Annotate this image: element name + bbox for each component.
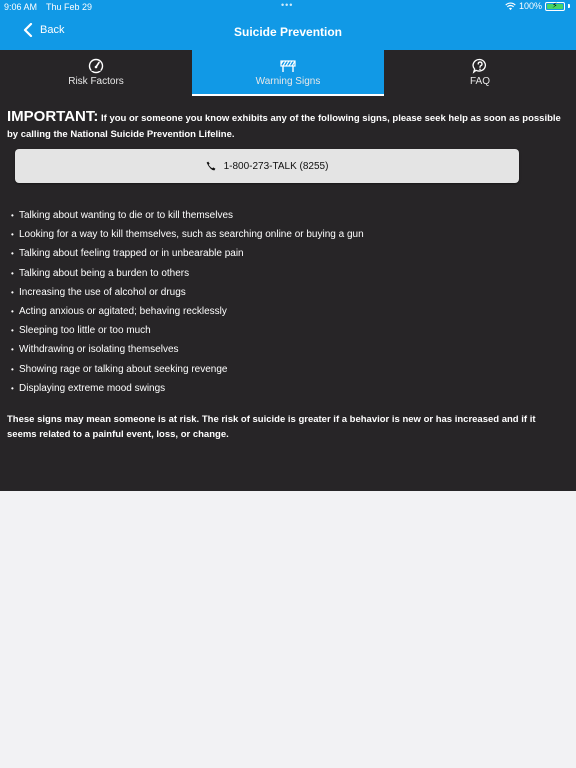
list-item: • Withdrawing or isolating themselves xyxy=(11,344,179,356)
list-item: • Talking about wanting to die or to kill… xyxy=(11,210,234,221)
status-bar: 9:06 AM Thu Feb 29 ••• 100% ⚡ xyxy=(0,0,576,14)
call-button-label: 1-800-273-TALK (8255) xyxy=(223,160,329,172)
tab-faq[interactable]: FAQ xyxy=(384,50,576,96)
navigation-bar: Back Suicide Prevention xyxy=(0,14,576,50)
content-panel: Risk Factors Warning Signs FAQ IMPORTANT… xyxy=(0,50,576,491)
list-item: • Looking for a way to kill themselves, s… xyxy=(11,229,364,241)
battery-percent: 100% xyxy=(518,1,542,11)
call-lifeline-button[interactable]: 1-800-273-TALK (8255) xyxy=(15,149,519,183)
wifi-icon xyxy=(505,2,516,10)
tab-label: Warning Signs xyxy=(255,76,321,87)
status-time: 9:06 AM xyxy=(4,2,38,12)
barrier-icon xyxy=(280,60,296,72)
tab-risk-factors[interactable]: Risk Factors xyxy=(0,50,192,96)
list-item: • Talking about feeling trapped or in unb… xyxy=(11,248,244,260)
list-item: • Sleeping too little or too much xyxy=(11,325,151,337)
status-date: Thu Feb 29 xyxy=(46,2,93,12)
important-heading: IMPORTANT: xyxy=(7,108,99,125)
multitasking-dots-icon[interactable]: ••• xyxy=(281,0,293,10)
warning-signs-list: • Talking about wanting to die or to kill… xyxy=(11,206,561,398)
tab-label: FAQ xyxy=(469,76,490,87)
list-item: • Showing rage or talking about seeking r… xyxy=(11,363,228,375)
list-item: • Increasing the use of alcohol or drugs xyxy=(11,286,186,298)
risk-note: These signs may mean someone is at risk.… xyxy=(7,414,536,440)
tab-bar: Risk Factors Warning Signs FAQ xyxy=(0,50,576,96)
status-right: 100% ⚡ xyxy=(505,1,570,11)
important-notice: IMPORTANT: If you or someone you know ex… xyxy=(7,109,567,143)
list-item: • Displaying extreme mood swings xyxy=(11,382,166,394)
page-title: Suicide Prevention xyxy=(233,25,343,39)
list-item: • Talking about being a burden to others xyxy=(11,267,190,279)
battery-tip xyxy=(568,4,570,8)
list-item: • Acting anxious or agitated; behaving re… xyxy=(11,305,227,317)
phone-icon xyxy=(206,161,215,171)
tab-label: Risk Factors xyxy=(68,76,124,87)
question-bubble-icon xyxy=(472,58,486,74)
tab-warning-signs[interactable]: Warning Signs xyxy=(192,50,384,96)
battery-icon: ⚡ xyxy=(545,1,565,11)
gauge-icon xyxy=(88,58,104,74)
